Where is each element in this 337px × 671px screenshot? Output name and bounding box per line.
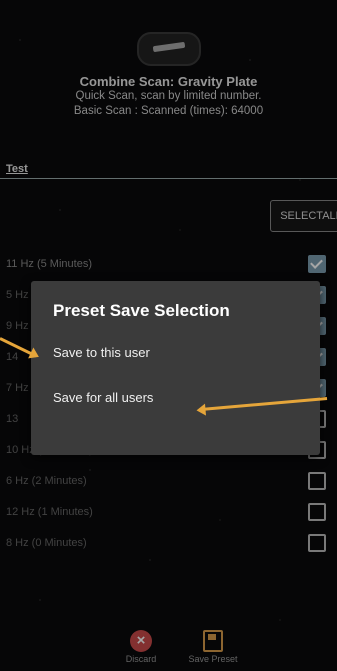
dialog-title: Preset Save Selection bbox=[53, 301, 230, 320]
save-for-all-users-option[interactable]: Save for all users bbox=[53, 390, 153, 405]
preset-save-dialog: Preset Save Selection Save to this user … bbox=[31, 281, 320, 455]
save-to-this-user-option[interactable]: Save to this user bbox=[53, 345, 150, 360]
